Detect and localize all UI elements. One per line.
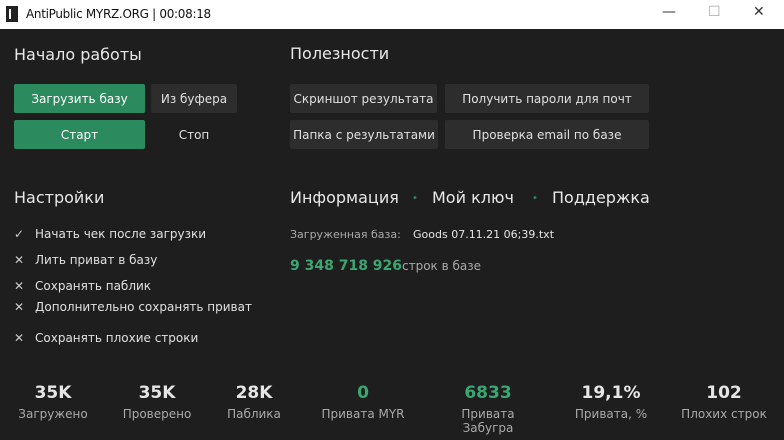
check-email-button[interactable]: Проверка email по базе [445, 120, 649, 149]
cross-icon: ✕ [13, 300, 25, 314]
results-folder-button[interactable]: Папка с результатами [290, 120, 438, 149]
tab-my-key[interactable]: Мой ключ [432, 188, 514, 207]
tab-info[interactable]: Информация [290, 188, 399, 207]
stat-value: 28K [235, 383, 273, 403]
setting-label: Начать чек после загрузки [35, 227, 207, 241]
stat-value: 6833 [464, 383, 512, 403]
line-count-label: строк в базе [402, 259, 482, 273]
maximize-button[interactable]: ☐ [708, 4, 721, 20]
setting-private-to-base[interactable]: ✕ Лить приват в базу [13, 253, 157, 267]
app-logo-icon [6, 6, 18, 22]
get-passwords-button[interactable]: Получить пароли для почт [445, 84, 649, 113]
load-base-button[interactable]: Загрузить базу [14, 84, 145, 113]
separator-dot: • [532, 193, 538, 204]
stat-label: Загружено [18, 407, 88, 421]
setting-label: Лить приват в базу [35, 253, 158, 267]
loaded-base-value: Goods 07.11.21 06;39.txt [413, 228, 555, 241]
tab-support[interactable]: Поддержка [552, 188, 650, 207]
check-icon: ✓ [13, 227, 25, 241]
stop-button[interactable]: Стоп [151, 120, 237, 149]
loaded-base-label: Загруженная база: [290, 228, 401, 241]
stat-private-myr: 0 Привата MYR [313, 383, 413, 421]
setting-label: Сохранять паблик [35, 279, 152, 293]
setting-save-bad-lines[interactable]: ✕ Сохранять плохие строки [13, 331, 198, 345]
from-clipboard-button[interactable]: Из буфера [151, 84, 237, 113]
stat-label: Привата Забугра [461, 407, 515, 435]
stat-value: 35K [138, 383, 176, 403]
stat-private-abroad: 6833 Привата Забугра [438, 383, 538, 435]
stat-value: 35K [34, 383, 72, 403]
line-count: 9 348 718 926 [290, 258, 403, 274]
setting-save-public[interactable]: ✕ Сохранять паблик [13, 279, 151, 293]
window-title: AntiPublic MYRZ.ORG | 00:08:18 [26, 7, 211, 21]
separator-dot: • [412, 193, 418, 204]
setting-label: Дополнительно сохранять приват [35, 300, 252, 314]
stat-value: 102 [706, 383, 742, 403]
stat-value: 19,1% [581, 383, 641, 403]
setting-save-private[interactable]: ✕ Дополнительно сохранять приват [13, 300, 252, 314]
settings-heading: Настройки [14, 188, 105, 207]
stat-value: 0 [357, 383, 369, 403]
close-button[interactable]: ✕ [753, 4, 765, 20]
cross-icon: ✕ [13, 331, 25, 345]
stat-private-percent: 19,1% Привата, % [561, 383, 661, 421]
stat-label: Привата, % [574, 407, 648, 421]
stat-label: Проверено [122, 407, 192, 421]
stat-public: 28K Паблика [204, 383, 304, 421]
stat-label: Паблика [227, 407, 281, 421]
screenshot-button[interactable]: Скриншот результата [290, 84, 437, 113]
start-heading: Начало работы [14, 45, 142, 64]
start-button[interactable]: Старт [14, 120, 145, 149]
cross-icon: ✕ [13, 253, 25, 267]
stat-label: Плохих строк [681, 407, 767, 421]
cross-icon: ✕ [13, 279, 25, 293]
stat-checked: 35K Проверено [107, 383, 207, 421]
title-bar: AntiPublic MYRZ.ORG | 00:08:18 — ☐ ✕ [0, 0, 784, 29]
setting-label: Сохранять плохие строки [35, 331, 199, 345]
stat-label: Привата MYR [321, 407, 405, 421]
minimize-button[interactable]: — [662, 4, 676, 20]
stat-loaded: 35K Загружено [3, 383, 103, 421]
setting-start-check[interactable]: ✓ Начать чек после загрузки [13, 227, 206, 241]
utils-heading: Полезности [290, 44, 390, 63]
stat-bad-lines: 102 Плохих строк [674, 383, 774, 421]
